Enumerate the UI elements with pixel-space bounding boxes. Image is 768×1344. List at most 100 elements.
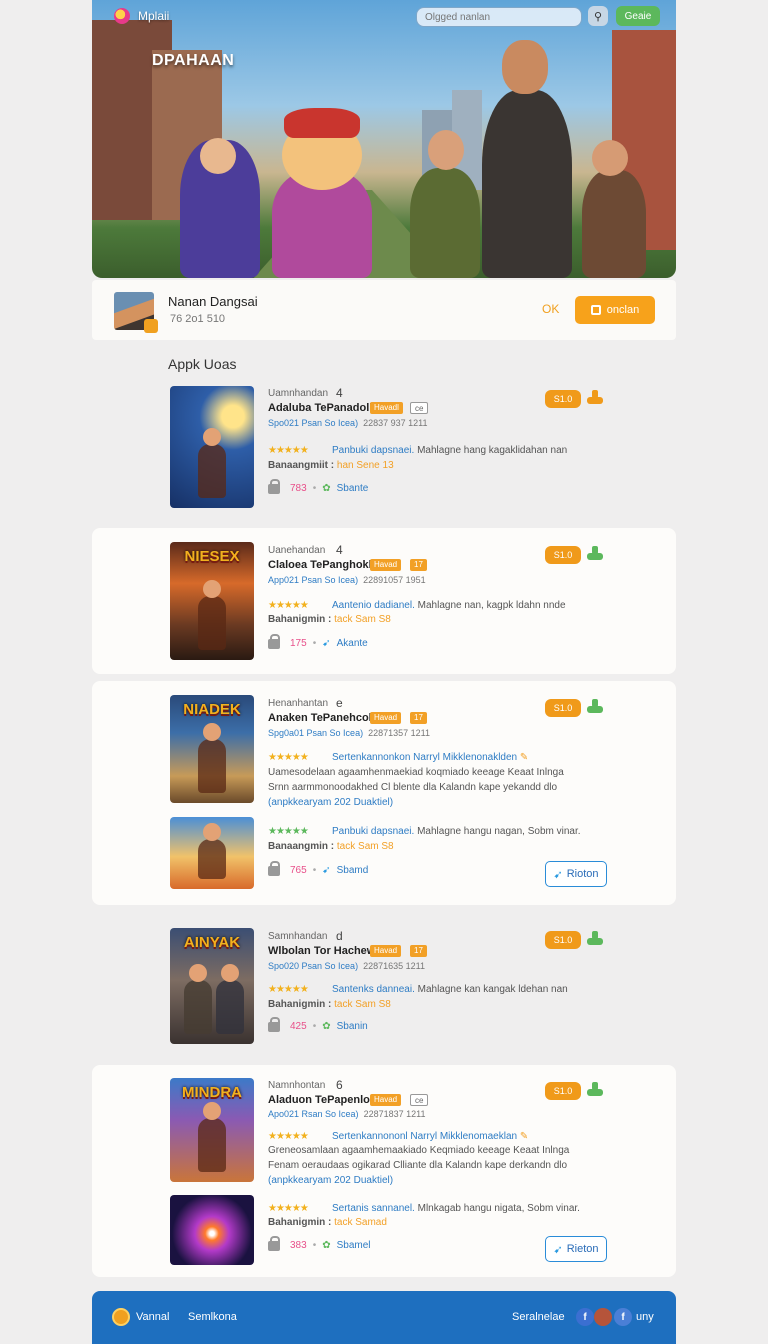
price-button[interactable]: S1.0 (545, 931, 581, 949)
download-icon[interactable] (587, 390, 603, 406)
game-title[interactable]: Wlbolan Tor Hachew (268, 945, 375, 957)
game-stats: 383 • ✿ Sbamel (268, 1235, 371, 1251)
game-thumbnail[interactable]: AINYAK (170, 928, 254, 1044)
stat-separator: • (312, 1240, 317, 1251)
rating-stars: ★★★★★ (268, 1203, 309, 1214)
description-highlight: Aantenio dadianel. (332, 600, 415, 611)
game-badge: 17 (410, 712, 427, 724)
game-badge: 17 (410, 945, 427, 957)
stat-count: 783 (290, 483, 307, 494)
long-line: Fenam oeraudaas ogikarad Clliante dla Ka… (268, 1160, 568, 1171)
tag-value: tack Sam S8 (336, 841, 394, 852)
stat-link[interactable]: Sbamd (337, 865, 369, 876)
game-thumbnail[interactable]: NIADEK (170, 695, 254, 803)
game-stats: 175 • ➹ Akante (268, 633, 368, 649)
download-icon[interactable] (587, 1082, 603, 1098)
description-highlight: Panbuki dapsnaei. (332, 826, 415, 837)
tag-value: tack Samad (334, 1217, 387, 1228)
game-title[interactable]: Adaluba TePanadolk (268, 402, 375, 414)
download-icon[interactable] (587, 699, 603, 715)
game-info-source: Spo020 Psan So Icea) (268, 961, 359, 971)
lock-icon (268, 1235, 280, 1251)
game-info-source: Spg0a01 Psan So Icea) (268, 728, 364, 738)
stat-count: 425 (290, 1021, 307, 1032)
game-card[interactable]: AINYAK Samnhandan d Wlbolan Tor Hachew H… (92, 914, 676, 1058)
avatar[interactable] (114, 292, 158, 333)
facebook-icon[interactable]: f (576, 1308, 594, 1326)
hero-title: DPAHAAN (152, 52, 235, 69)
game-tag: Bahanigmin : tack Sam S8 (268, 999, 391, 1010)
game-thumbnail[interactable]: NIESEX (170, 542, 254, 660)
footer-link[interactable]: Seralnelae (512, 1311, 565, 1323)
action-button-label: Rioton (566, 868, 599, 880)
game-description: Sertanis sannanel. Mlnkagab hangu nigata… (332, 1203, 580, 1214)
price-button[interactable]: S1.0 (545, 390, 581, 408)
price-button[interactable]: S1.0 (545, 546, 581, 564)
game-badge: Havad (370, 559, 402, 571)
header-cta-button[interactable]: Geaie (616, 6, 660, 26)
description-highlight: Santenks danneai. (332, 984, 415, 995)
download-icon[interactable] (587, 931, 603, 947)
price-button[interactable]: S1.0 (545, 699, 581, 717)
long-line: (anpkkearyam 202 Duaktiel) (268, 1175, 394, 1186)
game-info-code: 22891057 1951 (363, 575, 426, 585)
game-card[interactable]: NIESEX Uanehandan 4 Claloea TePanghoklc … (92, 528, 676, 674)
stat-link[interactable]: Sbante (337, 483, 369, 494)
logo-icon (114, 8, 130, 24)
stat-separator: • (312, 865, 317, 876)
thumbnail-title: NIESEX (184, 548, 240, 565)
game-title[interactable]: Aladuon TePapenlon (268, 1094, 377, 1106)
lock-icon (268, 633, 280, 649)
stat-link[interactable]: Sbanin (337, 1021, 368, 1032)
download-icon[interactable] (587, 546, 603, 562)
brand[interactable]: Mplaii (114, 8, 169, 24)
stat-count: 175 (290, 638, 307, 649)
bird-icon: ➹ (553, 868, 563, 881)
long-line: Greneosamlaan agaamhemaakiado Keqmiado k… (268, 1145, 570, 1156)
game-card[interactable]: MINDRA Namnhontan 6 Aladuon TePapenlon H… (92, 1065, 676, 1277)
lock-icon (268, 860, 280, 876)
description-highlight: Sertanis sannanel. (332, 1203, 415, 1214)
game-title[interactable]: Claloea TePanghoklc (268, 559, 378, 571)
footer-link[interactable]: Semlkona (188, 1311, 237, 1323)
game-number: 4 (336, 543, 343, 557)
game-thumbnail[interactable] (170, 817, 254, 889)
search-input[interactable] (416, 7, 582, 27)
game-info-source: App021 Psan So Icea) (268, 575, 359, 585)
game-info: Apo021 Rsan So Icea) 22871837 1211 (268, 1109, 425, 1119)
game-info-code: 22871837 1211 (363, 1109, 426, 1119)
bird-icon: ➹ (553, 1243, 563, 1256)
footer-link[interactable]: uny (636, 1311, 654, 1323)
price-button[interactable]: S1.0 (545, 1082, 581, 1100)
action-button[interactable]: ➹ Rioton (545, 861, 607, 887)
game-category: Uamnhandan (268, 388, 329, 399)
leaf-icon: ✿ (322, 1240, 331, 1251)
description-text: Mahlagne kan kangak ldehan nan (417, 984, 568, 995)
profile-action-button[interactable]: onclan (575, 296, 655, 324)
stat-link[interactable]: Sbamel (337, 1240, 371, 1251)
profile-ok-link[interactable]: OK (542, 302, 559, 316)
game-thumbnail[interactable] (170, 1195, 254, 1265)
stat-link[interactable]: Akante (337, 638, 368, 649)
description-text: Mahlagne hang kagaklidahan nan (417, 445, 568, 456)
game-title[interactable]: Anaken TePanehcok (268, 712, 375, 724)
game-card[interactable]: NIADEK Henanhantan e Anaken TePanehcok H… (92, 681, 676, 905)
game-category: Namnhontan (268, 1080, 326, 1091)
avatar-icon[interactable] (594, 1308, 612, 1326)
rating-stars: ★★★★★ (268, 445, 309, 456)
facebook-icon[interactable]: f (614, 1308, 632, 1326)
rating-stars: ★★★★★ (268, 984, 309, 995)
footer: Vannal Semlkona Seralnelae f f uny (92, 1291, 676, 1344)
game-thumbnail[interactable] (170, 386, 254, 508)
game-thumbnail[interactable]: MINDRA (170, 1078, 254, 1182)
game-stats: 425 • ✿ Sbanin (268, 1016, 368, 1032)
search-icon[interactable]: ⚲ (588, 6, 608, 26)
footer-logo-icon[interactable] (112, 1308, 130, 1326)
game-card[interactable]: Uamnhandan 4 Adaluba TePanadolk Havadl c… (92, 372, 676, 522)
action-button[interactable]: ➹ Rieton (545, 1236, 607, 1262)
edit-icon: ✎ (519, 1131, 529, 1142)
game-tag: Bahanigmin : tack Samad (268, 1217, 387, 1228)
game-info: Spo020 Psan So Icea) 22871635 1211 (268, 961, 425, 971)
footer-link[interactable]: Vannal (136, 1311, 169, 1323)
hero-character-head (502, 40, 548, 94)
